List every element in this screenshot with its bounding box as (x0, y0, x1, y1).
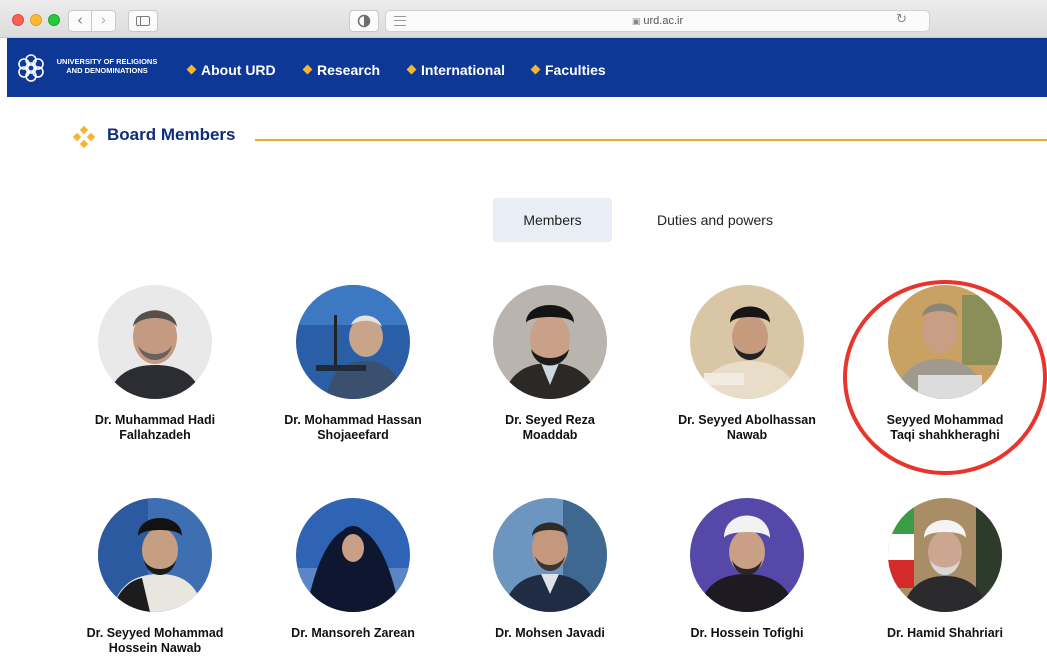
section-title: Board Members (107, 125, 236, 144)
member-name: Dr. Hamid Shahriari (886, 626, 1003, 640)
member-name: Dr. Muhammad Hadi (94, 413, 216, 427)
member-photo[interactable] (493, 285, 607, 399)
minimize-window-button[interactable] (30, 14, 42, 26)
diamond-icon (406, 64, 417, 75)
member-name: Dr. Mohsen Javadi (495, 626, 605, 640)
member-name: Dr. Mohammad Hassan (284, 413, 422, 427)
reload-icon[interactable]: ↻ (896, 12, 907, 27)
nav-faculties[interactable]: Faculties (530, 62, 606, 78)
member-card[interactable]: Dr. Hamid Shahriari (850, 498, 1040, 641)
diamond-icon (186, 64, 197, 75)
maximize-window-button[interactable] (48, 14, 60, 26)
member-card[interactable]: Dr. Seyyed Mohammad Hossein Nawab (60, 498, 250, 656)
address-bar[interactable]: ▣ urd.ac.ir ↻ (385, 10, 930, 32)
member-photo[interactable] (296, 498, 410, 612)
site-header: UNIVERSITY OF RELIGIONS AND DENOMINATION… (7, 38, 1047, 97)
diamond-icon (530, 64, 541, 75)
member-card[interactable]: Dr. Seyyed Abolhassan Nawab (652, 285, 842, 443)
forward-icon[interactable]: › (92, 10, 116, 32)
member-photo[interactable] (888, 498, 1002, 612)
member-card[interactable]: Dr. Mohammad Hassan Shojaeefard (258, 285, 448, 443)
member-card[interactable]: Dr. Mohsen Javadi (455, 498, 645, 641)
university-logo-icon[interactable] (15, 52, 47, 84)
member-name: Dr. Mansoreh Zarean (291, 626, 415, 640)
member-card[interactable]: Dr. Mansoreh Zarean (258, 498, 448, 641)
diamond-cluster-icon (73, 126, 95, 148)
member-name-line2: Moaddab (522, 428, 578, 442)
lock-icon: ▣ (631, 16, 641, 26)
member-photo[interactable] (690, 285, 804, 399)
nav-about-urd[interactable]: About URD (186, 62, 276, 78)
member-name: Dr. Seyyed Abolhassan (678, 413, 816, 427)
section-divider (255, 139, 1047, 141)
nav-international[interactable]: International (406, 62, 505, 78)
member-photo[interactable] (690, 498, 804, 612)
browser-toolbar: ‹ › ▣ urd.ac.ir ↻ (0, 0, 1047, 38)
member-name-line2: Nawab (726, 428, 768, 442)
close-window-button[interactable] (12, 14, 24, 26)
tab-members[interactable]: Members (493, 198, 612, 242)
member-photo[interactable] (98, 285, 212, 399)
member-photo[interactable] (98, 498, 212, 612)
nav-research[interactable]: Research (302, 62, 380, 78)
privacy-icon[interactable] (349, 10, 379, 32)
member-name-line2: Fallahzadeh (119, 428, 191, 442)
member-name: Dr. Seyyed Mohammad (86, 626, 224, 640)
back-icon[interactable]: ‹ (68, 10, 92, 32)
member-name: Dr. Seyed Reza (505, 413, 595, 427)
member-photo[interactable] (296, 285, 410, 399)
member-card[interactable]: Dr. Seyed Reza Moaddab (455, 285, 645, 443)
tab-duties-and-powers[interactable]: Duties and powers (630, 198, 800, 242)
member-name-line2: Shojaeefard (317, 428, 389, 442)
member-card[interactable]: Dr. Hossein Tofighi (652, 498, 842, 641)
highlight-circle (843, 280, 1047, 475)
member-card[interactable]: Dr. Muhammad Hadi Fallahzadeh (60, 285, 250, 443)
member-name: Dr. Hossein Tofighi (690, 626, 804, 640)
member-name-line2: Hossein Nawab (108, 641, 202, 655)
diamond-icon (302, 64, 313, 75)
sidebar-icon[interactable] (128, 10, 158, 32)
member-photo[interactable] (493, 498, 607, 612)
university-logo-text[interactable]: UNIVERSITY OF RELIGIONS AND DENOMINATION… (53, 57, 161, 75)
url-text: urd.ac.ir (643, 15, 684, 27)
